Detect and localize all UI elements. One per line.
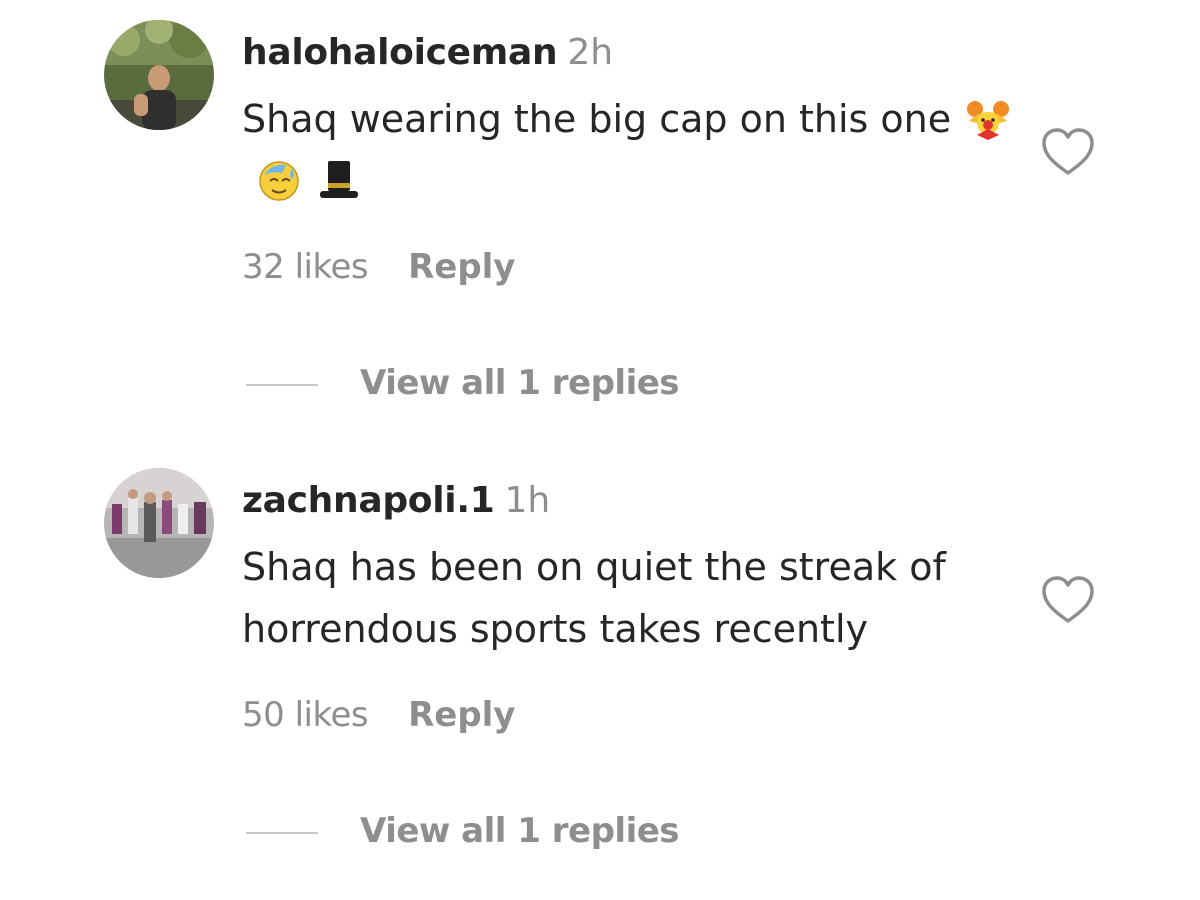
avatar-photo [104, 20, 214, 130]
username-link[interactable]: zachnapoli.1 [242, 480, 495, 521]
like-heart-button[interactable] [1040, 127, 1096, 177]
view-replies-label: View all 1 replies [360, 363, 680, 403]
view-replies-button[interactable]: View all 1 replies [246, 358, 680, 408]
comment-header: halohaloiceman 2h [242, 28, 613, 78]
likes-count[interactable]: 50 likes [242, 695, 369, 735]
comment-time[interactable]: 2h [567, 32, 613, 73]
comment-header: zachnapoli.1 1h [242, 476, 550, 526]
comment-time[interactable]: 1h [504, 480, 550, 521]
comment-text-content: Shaq has been on quiet the streak of hor… [242, 545, 946, 651]
avatar[interactable] [104, 20, 214, 130]
comment-text-content: Shaq wearing the big cap on this one [242, 97, 952, 141]
likes-count[interactable]: 32 likes [242, 247, 369, 287]
replies-divider [246, 831, 318, 834]
avatar[interactable] [104, 468, 214, 578]
comment-text: Shaq wearing the big cap on this one [242, 88, 1022, 212]
top-hat-emoji [316, 157, 362, 203]
clown-face-emoji [965, 95, 1011, 141]
reply-button[interactable]: Reply [408, 247, 515, 287]
avatar-photo [104, 468, 214, 578]
heart-icon [1042, 576, 1094, 623]
comment-meta: 50 likes Reply [242, 690, 515, 740]
comment-meta: 32 likes Reply [242, 242, 515, 292]
view-replies-label: View all 1 replies [360, 811, 680, 851]
comment-text: Shaq has been on quiet the streak of hor… [242, 536, 1012, 660]
comment-item: zachnapoli.1 1h Shaq has been on quiet th… [0, 448, 1200, 888]
comment-item: halohaloiceman 2h Shaq wearing the big ca… [0, 0, 1200, 440]
username-link[interactable]: halohaloiceman [242, 32, 558, 73]
sweat-face-emoji [256, 157, 302, 203]
view-replies-button[interactable]: View all 1 replies [246, 806, 680, 856]
reply-button[interactable]: Reply [408, 695, 515, 735]
heart-icon [1042, 128, 1094, 175]
like-heart-button[interactable] [1040, 575, 1096, 625]
replies-divider [246, 383, 318, 386]
